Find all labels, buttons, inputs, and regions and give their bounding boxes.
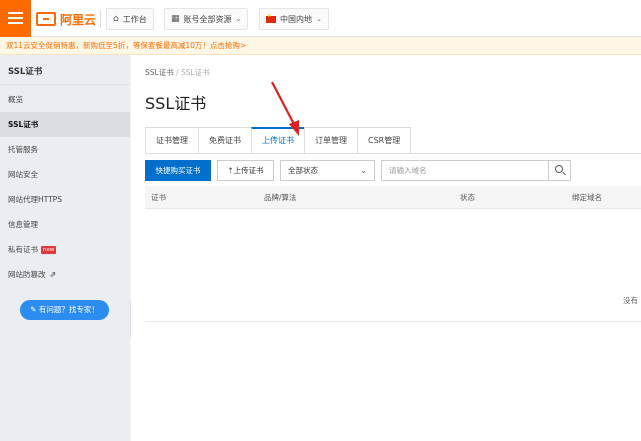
- tab-cert-management[interactable]: 证书管理: [145, 127, 198, 154]
- home-icon: ⌂: [113, 14, 119, 24]
- divider: [145, 321, 641, 322]
- region-label: 中国内地: [280, 14, 312, 24]
- chat-icon: ✎: [30, 305, 37, 314]
- ask-expert-button[interactable]: ✎ 有问题？找专家！: [20, 300, 109, 320]
- breadcrumb-current: SSL证书: [181, 68, 210, 77]
- new-badge: new: [41, 246, 57, 254]
- breadcrumb-separator: /: [176, 68, 179, 77]
- divider: [0, 84, 130, 85]
- main-content: SSL证书 / SSL证书 SSL证书 证书管理 免费证书 上传证书 订单管理 …: [131, 55, 641, 441]
- column-header-brand: 品牌/算法: [264, 193, 297, 202]
- tab-csr-management[interactable]: CSR管理: [357, 127, 412, 154]
- sidebar-item-private-cert[interactable]: 私有证书 new: [0, 237, 130, 262]
- tab-free-cert[interactable]: 免费证书: [198, 127, 251, 154]
- column-header-domain: 绑定域名: [572, 193, 602, 202]
- tab-upload-cert[interactable]: 上传证书: [251, 127, 304, 154]
- divider: [145, 153, 641, 154]
- upload-cert-button[interactable]: ⇡上传证书: [217, 160, 274, 181]
- page-title: SSL证书: [145, 94, 207, 113]
- column-header-cert: 证书: [151, 193, 166, 202]
- sidebar-item-website-security[interactable]: 网站安全: [0, 162, 130, 187]
- sidebar-item-ssl-cert[interactable]: SSL证书: [0, 112, 130, 137]
- china-flag-icon: [266, 13, 276, 23]
- status-select[interactable]: 全部状态 ⌄: [280, 160, 375, 181]
- breadcrumb: SSL证书 / SSL证书: [145, 67, 210, 78]
- external-link-icon: ⇗: [49, 270, 57, 279]
- promo-banner[interactable]: 双11云安全促销特惠，新购低至5折，等保套餐最高减10万！点击抢购>: [0, 37, 641, 55]
- sidebar-item-label: 信息管理: [8, 220, 38, 229]
- tab-order-management[interactable]: 订单管理: [304, 127, 357, 154]
- chevron-down-icon: ⌄: [235, 15, 242, 23]
- search-button[interactable]: [548, 161, 570, 180]
- aliyun-logo[interactable]: 阿里云: [36, 11, 96, 27]
- account-resource-dropdown[interactable]: ▦ 账号全部资源 ⌄: [164, 8, 249, 30]
- hamburger-menu-icon[interactable]: [0, 0, 31, 37]
- sidebar-item-label: 网站代理HTTPS: [8, 195, 62, 204]
- sidebar-item-overview[interactable]: 概览: [0, 87, 130, 112]
- sidebar: SSL证书 概览 SSL证书 托管服务 网站安全 网站代理HTTPS 信息管理 …: [0, 55, 130, 441]
- chevron-down-icon: ⌄: [360, 166, 367, 175]
- workbench-label: 工作台: [122, 14, 147, 24]
- sidebar-item-label: SSL证书: [8, 120, 39, 129]
- upload-button-label: 上传证书: [233, 166, 264, 175]
- chevron-down-icon: ⌄: [316, 15, 322, 23]
- account-label: 账号全部资源: [183, 14, 232, 24]
- sidebar-item-label: 私有证书: [8, 245, 38, 254]
- sidebar-item-https-proxy[interactable]: 网站代理HTTPS: [0, 187, 130, 212]
- domain-search-input[interactable]: [382, 161, 547, 180]
- sidebar-item-label: 概览: [8, 95, 23, 104]
- building-icon: ▦: [171, 14, 180, 24]
- sidebar-item-anti-tamper[interactable]: 网站防篡改 ⇗: [0, 262, 130, 287]
- workbench-button[interactable]: ⌂ 工作台: [106, 8, 154, 30]
- table-header: 证书 品牌/算法 状态 绑定域名: [145, 186, 641, 209]
- sidebar-title: SSL证书: [8, 67, 43, 77]
- empty-table-text: 没有: [623, 296, 638, 305]
- region-dropdown[interactable]: 中国内地 ⌄: [259, 8, 329, 30]
- search-icon: [555, 165, 563, 173]
- logo-text: 阿里云: [60, 12, 97, 27]
- sidebar-item-info-management[interactable]: 信息管理: [0, 212, 130, 237]
- help-button-label: 有问题？找专家！: [38, 305, 99, 314]
- sidebar-item-managed-service[interactable]: 托管服务: [0, 137, 130, 162]
- quick-buy-cert-button[interactable]: 快捷购买证书: [145, 160, 211, 181]
- tab-bar: 证书管理 免费证书 上传证书 订单管理 CSR管理: [145, 127, 412, 154]
- domain-search-box: [381, 160, 571, 181]
- top-navigation-bar: 阿里云 ⌂ 工作台 ▦ 账号全部资源 ⌄ 中国内地 ⌄: [0, 0, 641, 37]
- divider: [100, 10, 101, 28]
- column-header-status: 状态: [460, 193, 475, 202]
- aliyun-logo-icon: [36, 12, 56, 26]
- status-select-value: 全部状态: [288, 166, 318, 175]
- sidebar-item-label: 托管服务: [8, 145, 38, 154]
- sidebar-item-label: 网站安全: [8, 170, 38, 179]
- sidebar-item-label: 网站防篡改: [8, 270, 46, 279]
- breadcrumb-item[interactable]: SSL证书: [145, 68, 174, 77]
